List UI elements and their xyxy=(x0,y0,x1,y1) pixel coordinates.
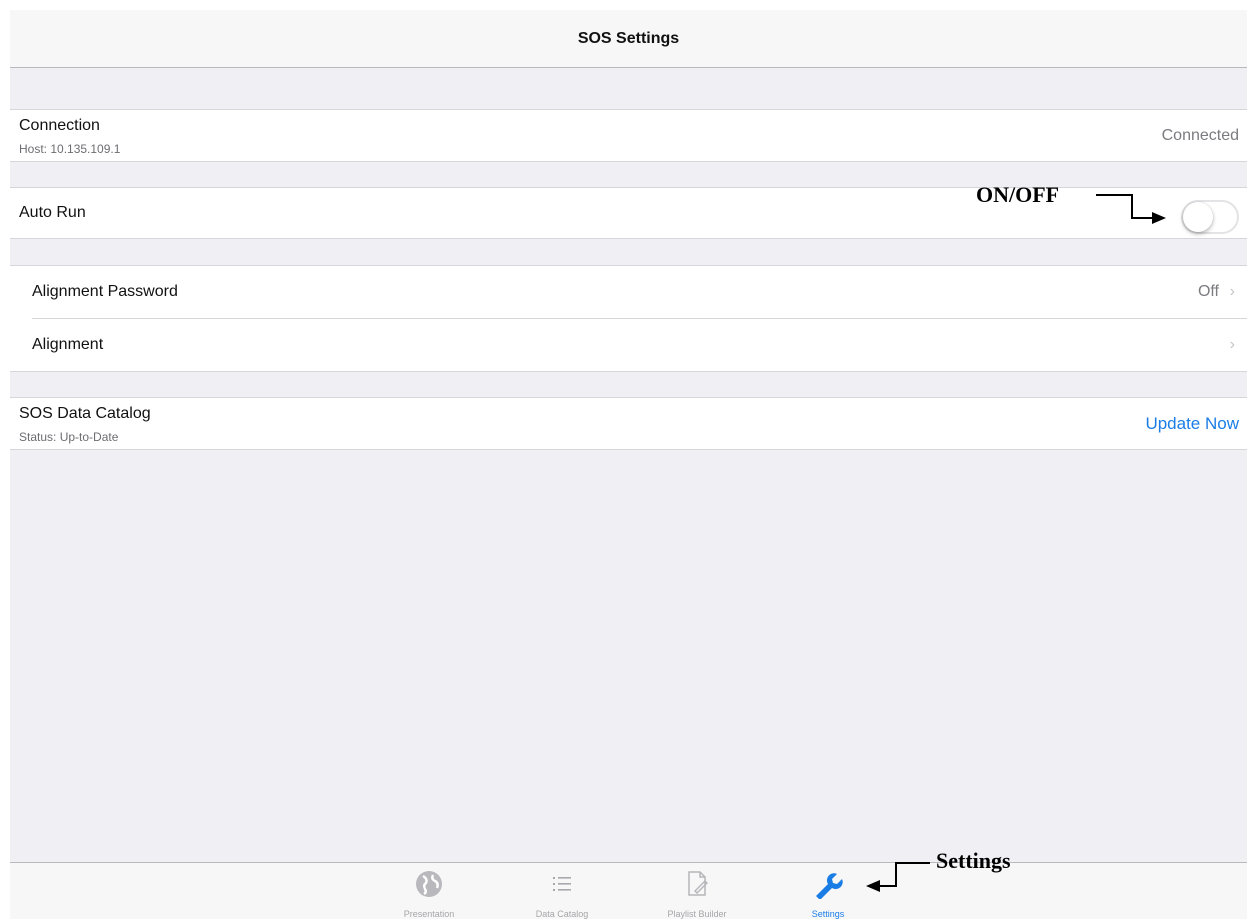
navigation-bar: SOS Settings xyxy=(10,10,1247,68)
tab-bar: Presentation Data Catalog Playlist Build… xyxy=(10,862,1247,919)
connection-row[interactable]: Connection Host: 10.135.109.1 Connected xyxy=(10,109,1247,162)
tab-label: Presentation xyxy=(403,909,455,919)
data-catalog-row: SOS Data Catalog Status: Up-to-Date Upda… xyxy=(10,397,1247,450)
tab-presentation[interactable]: Presentation xyxy=(374,863,484,919)
alignment-password-label: Alignment Password xyxy=(32,283,178,300)
chevron-right-icon: › xyxy=(1229,283,1235,300)
update-now-button[interactable]: Update Now xyxy=(1145,414,1239,434)
document-edit-icon xyxy=(688,871,708,896)
alignment-password-row[interactable]: Alignment Password Off › xyxy=(10,266,1247,318)
arrow-pointer-icon xyxy=(866,862,930,892)
tab-label: Playlist Builder xyxy=(667,909,727,919)
auto-run-toggle[interactable] xyxy=(1181,200,1239,234)
connection-status: Connected xyxy=(1161,127,1239,144)
globe-icon xyxy=(416,871,442,897)
connection-label: Connection xyxy=(19,117,100,134)
data-catalog-status: Status: Up-to-Date xyxy=(19,430,119,444)
wrench-icon xyxy=(816,873,843,899)
alignment-password-value: Off xyxy=(1197,283,1219,300)
auto-run-row: Auto Run xyxy=(10,187,1247,239)
chevron-right-icon: › xyxy=(1229,336,1235,353)
auto-run-label: Auto Run xyxy=(19,204,86,221)
host-address: Host: 10.135.109.1 xyxy=(19,142,121,156)
page-title: SOS Settings xyxy=(577,29,680,47)
tab-playlist-builder[interactable]: Playlist Builder xyxy=(642,863,752,919)
settings-annotation-label: Settings xyxy=(936,848,1011,873)
alignment-row[interactable]: Alignment › xyxy=(10,319,1247,372)
list-icon xyxy=(553,877,571,891)
ipad-screen: SOS Settings Connection Host: 10.135.109… xyxy=(10,10,1247,919)
alignment-group: Alignment Password Off › Alignment › xyxy=(10,265,1247,372)
on-off-annotation-label: ON/OFF xyxy=(976,182,1060,207)
data-catalog-label: SOS Data Catalog xyxy=(19,405,151,422)
tab-label: Data Catalog xyxy=(535,909,589,919)
tab-data-catalog[interactable]: Data Catalog xyxy=(507,863,617,919)
tab-label: Settings xyxy=(811,909,845,919)
arrow-pointer-icon xyxy=(1096,194,1166,224)
toggle-knob xyxy=(1183,202,1213,232)
alignment-label: Alignment xyxy=(32,336,104,353)
